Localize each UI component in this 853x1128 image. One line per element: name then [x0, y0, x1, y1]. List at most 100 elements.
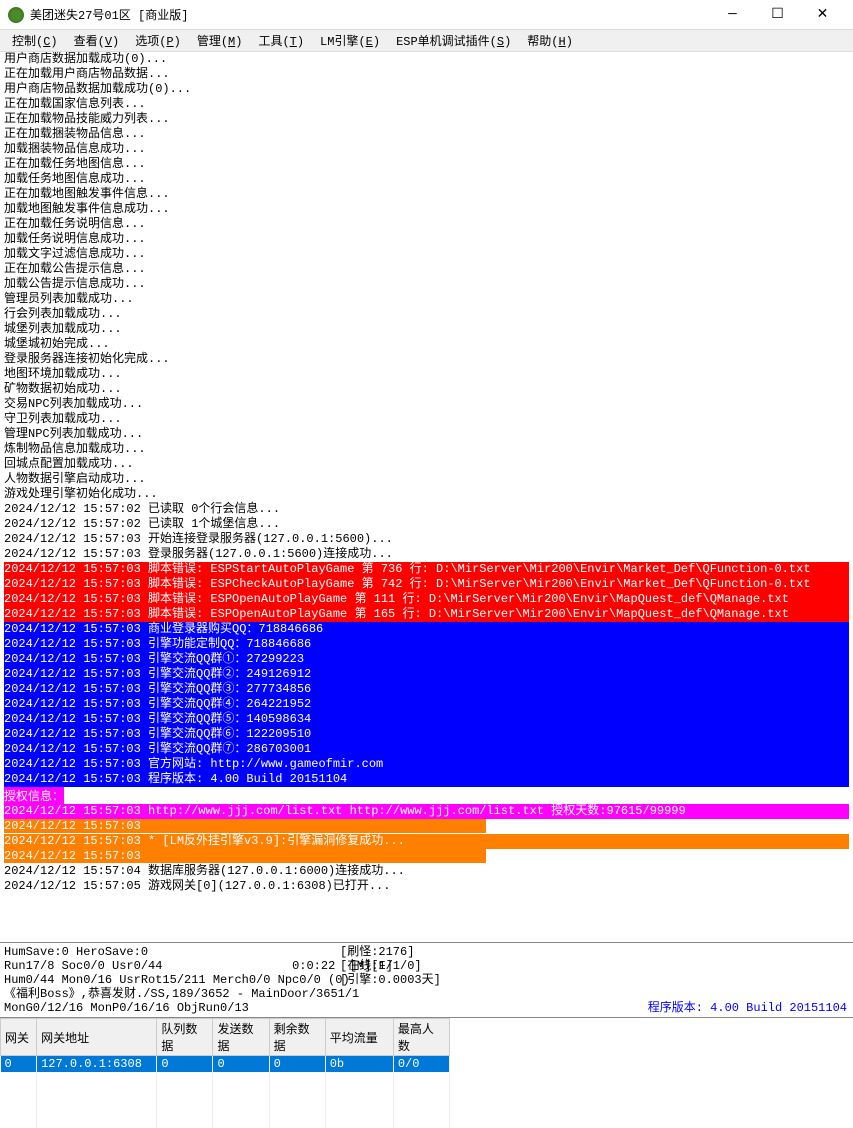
log-line: 2024/12/12 15:57:04 数据库服务器(127.0.0.1:600… [4, 864, 849, 879]
log-line: 城堡列表加载成功... [4, 322, 849, 337]
status-engine: [引擎:0.0003天] [340, 973, 441, 987]
menu-control[interactable]: 控制(C) [4, 30, 66, 51]
th-send[interactable]: 发送数据 [213, 1019, 269, 1056]
log-line: 2024/12/12 15:57:03 引擎交流QQ群①：27299223 [4, 652, 849, 667]
app-icon [8, 7, 24, 23]
window-title: 美团迷失27号01区 [商业版] [30, 6, 710, 23]
log-line: 2024/12/12 15:57:03 [4, 819, 849, 834]
cell-send: 0 [213, 1056, 269, 1073]
log-line: 2024/12/12 15:57:03 引擎交流QQ群⑥：122209510 [4, 727, 849, 742]
status-online: [在线:1/1/0] [340, 959, 441, 973]
log-line: 加载地图触发事件信息成功... [4, 202, 849, 217]
log-line: 守卫列表加载成功... [4, 412, 849, 427]
menu-esp-debug[interactable]: ESP单机调试插件(S) [388, 30, 519, 51]
log-line: 回城点配置加载成功... [4, 457, 849, 472]
table-row[interactable]: 0 127.0.0.1:6308 0 0 0 0b 0/0 [1, 1056, 450, 1073]
log-line: 2024/12/12 15:57:03 商业登录器购买QQ：718846686 [4, 622, 849, 637]
log-line: 加载文字过滤信息成功... [4, 247, 849, 262]
table-row [1, 1072, 450, 1086]
log-line: 炼制物品信息加载成功... [4, 442, 849, 457]
menu-bar: 控制(C) 查看(V) 选项(P) 管理(M) 工具(T) LM引擎(E) ES… [0, 30, 853, 52]
log-line: 行会列表加载成功... [4, 307, 849, 322]
window-titlebar: 美团迷失27号01区 [商业版] ─ ☐ ✕ [0, 0, 853, 30]
log-line: 2024/12/12 15:57:03 引擎交流QQ群⑤：140598634 [4, 712, 849, 727]
cell-max: 0/0 [393, 1056, 449, 1073]
log-line: 地图环境加载成功... [4, 367, 849, 382]
log-line: 2024/12/12 15:57:03 登录服务器(127.0.0.1:5600… [4, 547, 849, 562]
th-avg[interactable]: 平均流量 [325, 1019, 393, 1056]
close-button[interactable]: ✕ [800, 1, 845, 29]
status-version: 程序版本: 4.00 Build 20151104 [648, 1001, 847, 1015]
log-line: 正在加载地图触发事件信息... [4, 187, 849, 202]
table-row [1, 1114, 450, 1128]
log-line: 正在加载物品技能威力列表... [4, 112, 849, 127]
th-gateway[interactable]: 网关 [1, 1019, 37, 1056]
status-boss: 《福利Boss》,恭喜发财./SS,189/3652 - MainDoor/36… [4, 987, 393, 1001]
cell-remain: 0 [269, 1056, 325, 1073]
log-line: 人物数据引擎启动成功... [4, 472, 849, 487]
log-line: 正在加载用户商店物品数据... [4, 67, 849, 82]
log-line: 2024/12/12 15:57:02 已读取 1个城堡信息... [4, 517, 849, 532]
th-remain[interactable]: 剩余数据 [269, 1019, 325, 1056]
log-line: 2024/12/12 15:57:03 [4, 849, 849, 864]
table-header-row: 网关 网关地址 队列数据 发送数据 剩余数据 平均流量 最高人数 [1, 1019, 450, 1056]
log-line: 2024/12/12 15:57:03 引擎功能定制QQ：718846686 [4, 637, 849, 652]
maximize-button[interactable]: ☐ [755, 1, 800, 29]
th-address[interactable]: 网关地址 [37, 1019, 157, 1056]
log-line: 用户商店物品数据加载成功(0)... [4, 82, 849, 97]
log-line: 2024/12/12 15:57:03 引擎交流QQ群④：264221952 [4, 697, 849, 712]
cell-gateway: 0 [1, 1056, 37, 1073]
log-line: 加载任务地图信息成功... [4, 172, 849, 187]
th-queue[interactable]: 队列数据 [157, 1019, 213, 1056]
log-line: 正在加载任务说明信息... [4, 217, 849, 232]
menu-lm-engine[interactable]: LM引擎(E) [312, 30, 388, 51]
gateway-table[interactable]: 网关 网关地址 队列数据 发送数据 剩余数据 平均流量 最高人数 0 127.0… [0, 1018, 450, 1128]
log-line: 登录服务器连接初始化完成... [4, 352, 849, 367]
menu-help[interactable]: 帮助(H) [519, 30, 581, 51]
log-line: 2024/12/12 15:57:05 游戏网关[0](127.0.0.1:63… [4, 879, 849, 894]
log-line: 加载公告提示信息成功... [4, 277, 849, 292]
log-line: 正在加载公告提示信息... [4, 262, 849, 277]
log-line: 正在加载任务地图信息... [4, 157, 849, 172]
menu-options[interactable]: 选项(P) [127, 30, 189, 51]
log-line: 2024/12/12 15:57:03 * [LM反外挂引擎v3.9]:引擎漏洞… [4, 834, 849, 849]
log-line: 2024/12/12 15:57:03 官方网站: http://www.gam… [4, 757, 849, 772]
log-line: 授权信息： [4, 787, 849, 804]
log-line: 2024/12/12 15:57:03 程序版本: 4.00 Build 201… [4, 772, 849, 787]
log-line: 2024/12/12 15:57:03 http://www.jjj.com/l… [4, 804, 849, 819]
log-line: 2024/12/12 15:57:03 脚本错误: ESPOpenAutoPla… [4, 607, 849, 622]
log-line: 2024/12/12 15:57:03 脚本错误: ESPOpenAutoPla… [4, 592, 849, 607]
log-line: 正在加载国家信息列表... [4, 97, 849, 112]
log-line: 矿物数据初始成功... [4, 382, 849, 397]
menu-manage[interactable]: 管理(M) [189, 30, 251, 51]
cell-queue: 0 [157, 1056, 213, 1073]
log-line: 2024/12/12 15:57:03 引擎交流QQ群⑦：286703001 [4, 742, 849, 757]
log-line: 管理员列表加载成功... [4, 292, 849, 307]
menu-view[interactable]: 查看(V) [66, 30, 128, 51]
cell-address: 127.0.0.1:6308 [37, 1056, 157, 1073]
log-line: 加载任务说明信息成功... [4, 232, 849, 247]
cell-avg: 0b [325, 1056, 393, 1073]
log-line: 2024/12/12 15:57:03 引擎交流QQ群②：249126912 [4, 667, 849, 682]
minimize-button[interactable]: ─ [710, 1, 755, 29]
gateway-table-area: 网关 网关地址 队列数据 发送数据 剩余数据 平均流量 最高人数 0 127.0… [0, 1017, 853, 1128]
log-line: 游戏处理引擎初始化成功... [4, 487, 849, 502]
status-spawn: [刷怪:2176] [340, 945, 441, 959]
log-line: 2024/12/12 15:57:03 脚本错误: ESPCheckAutoPl… [4, 577, 849, 592]
menu-tools[interactable]: 工具(T) [250, 30, 312, 51]
log-line: 城堡城初始完成... [4, 337, 849, 352]
log-line: 正在加载捆装物品信息... [4, 127, 849, 142]
log-line: 2024/12/12 15:57:03 引擎交流QQ群③：277734856 [4, 682, 849, 697]
log-line: 管理NPC列表加载成功... [4, 427, 849, 442]
log-panel[interactable]: 用户商店数据加载成功(0)...正在加载用户商店物品数据...用户商店物品数据加… [0, 52, 853, 942]
status-bar: HumSave:0 HeroSave:0 Run17/8 Soc0/0 Usr0… [0, 942, 853, 1017]
log-line: 2024/12/12 15:57:03 脚本错误: ESPStartAutoPl… [4, 562, 849, 577]
log-line: 加载捆装物品信息成功... [4, 142, 849, 157]
log-line: 交易NPC列表加载成功... [4, 397, 849, 412]
status-run: Run17/8 Soc0/0 Usr0/44 0:0:22 [M][F] [4, 959, 393, 973]
status-mong: MonG0/12/16 MonP0/16/16 ObjRun0/13 [4, 1001, 393, 1015]
th-max[interactable]: 最高人数 [393, 1019, 449, 1056]
log-line: 2024/12/12 15:57:03 开始连接登录服务器(127.0.0.1:… [4, 532, 849, 547]
log-line: 2024/12/12 15:57:02 已读取 0个行会信息... [4, 502, 849, 517]
status-hum: Hum0/44 Mon0/16 UsrRot15/211 Merch0/0 Np… [4, 973, 393, 987]
